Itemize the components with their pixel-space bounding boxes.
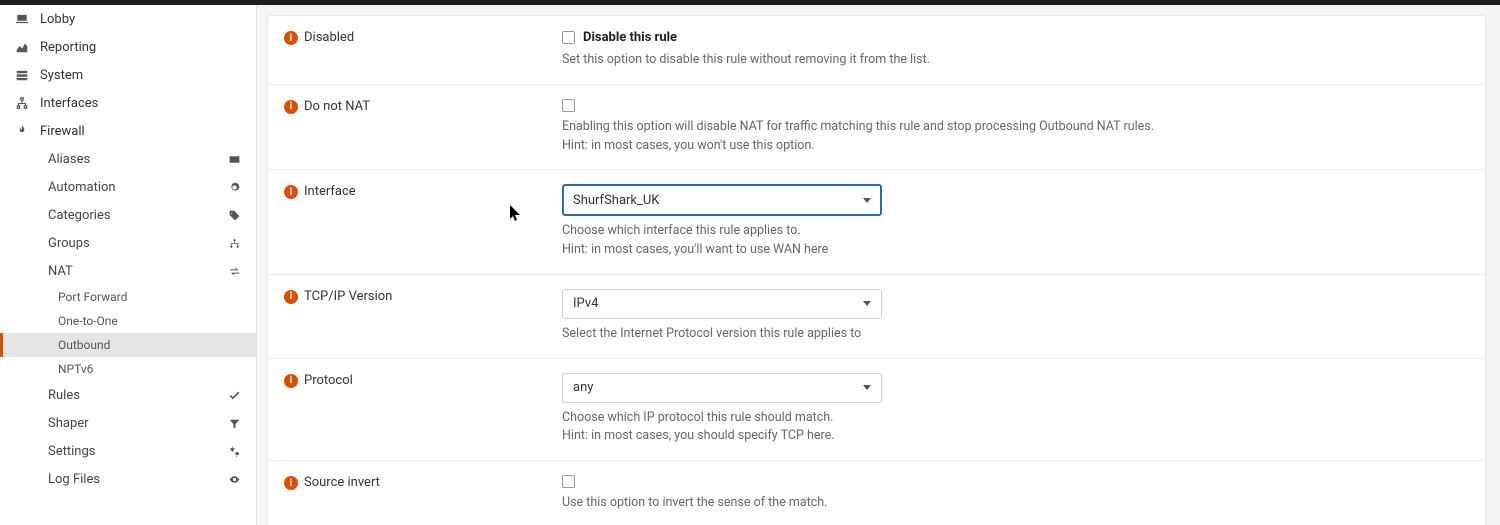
info-icon[interactable]: i — [284, 374, 298, 388]
caret-down-icon — [863, 301, 871, 306]
sidebar-item-label: Lobby — [40, 12, 75, 27]
sidebar-item-label: Groups — [48, 236, 90, 251]
sidebar-item-label: Reporting — [40, 40, 96, 55]
sidebar-item-label: Shaper — [48, 416, 89, 431]
card-icon — [226, 151, 242, 167]
protocol-select[interactable]: any — [562, 373, 882, 403]
checkbox-label[interactable]: Disable this rule — [583, 30, 677, 45]
sidebar-item-firewall[interactable]: Firewall — [0, 117, 256, 145]
tags-icon — [226, 207, 242, 223]
do-not-nat-checkbox[interactable] — [562, 99, 575, 112]
form-panel: i Disabled Disable this rule Set this op… — [267, 15, 1486, 525]
sidebar-item-reporting[interactable]: Reporting — [0, 33, 256, 61]
field-label: Interface — [304, 184, 356, 199]
info-icon[interactable]: i — [284, 185, 298, 199]
sidebar-item-nat[interactable]: NAT — [0, 257, 256, 285]
sidebar-item-automation[interactable]: Automation — [0, 173, 256, 201]
exchange-icon — [226, 263, 242, 279]
sidebar: Lobby Reporting System Interfaces Firewa… — [0, 5, 257, 525]
laptop-icon — [14, 11, 30, 27]
caret-down-icon — [863, 198, 871, 203]
sidebar-item-system[interactable]: System — [0, 61, 256, 89]
field-label: Do not NAT — [304, 99, 370, 114]
sidebar-item-one-to-one[interactable]: One-to-One — [0, 309, 256, 333]
sidebar-item-label: Rules — [48, 388, 80, 403]
fire-icon — [14, 123, 30, 139]
sitemap-icon — [226, 235, 242, 251]
gear-icon — [226, 179, 242, 195]
row-do-not-nat: i Do not NAT Enabling this option will d… — [268, 85, 1485, 171]
gears-icon — [226, 443, 242, 459]
eye-icon — [226, 471, 242, 487]
sitemap-icon — [14, 95, 30, 111]
content-area: i Disabled Disable this rule Set this op… — [257, 5, 1500, 525]
sidebar-item-label: Log Files — [48, 472, 100, 487]
tcp-ip-select[interactable]: IPv4 — [562, 289, 882, 319]
server-icon — [14, 67, 30, 83]
chart-icon — [14, 39, 30, 55]
check-icon — [226, 387, 242, 403]
field-label: Disabled — [304, 30, 354, 45]
row-source-invert: i Source invert Use this option to inver… — [268, 461, 1485, 525]
sidebar-item-settings[interactable]: Settings — [0, 437, 256, 465]
sidebar-item-label: Settings — [48, 444, 95, 459]
row-protocol: i Protocol any Choose which IP protocol … — [268, 359, 1485, 462]
select-value: any — [573, 380, 593, 395]
sidebar-item-aliases[interactable]: Aliases — [0, 145, 256, 173]
field-label: Source invert — [304, 475, 380, 490]
sidebar-item-outbound[interactable]: Outbound — [0, 333, 256, 357]
sidebar-item-lobby[interactable]: Lobby — [0, 5, 256, 33]
help-text: Use this option to invert the sense of t… — [562, 494, 1469, 513]
sidebar-item-label: Categories — [48, 208, 111, 223]
sidebar-item-rules[interactable]: Rules — [0, 381, 256, 409]
row-interface: i Interface ShurfShark_UK Choose which i… — [268, 170, 1485, 275]
sidebar-item-shaper[interactable]: Shaper — [0, 409, 256, 437]
help-text: Set this option to disable this rule wit… — [562, 51, 1469, 70]
sidebar-item-label: Automation — [48, 180, 116, 195]
field-label: TCP/IP Version — [304, 289, 392, 304]
info-icon[interactable]: i — [284, 476, 298, 490]
help-text: Choose which IP protocol this rule shoul… — [562, 409, 1469, 447]
info-icon[interactable]: i — [284, 31, 298, 45]
field-label: Protocol — [304, 373, 353, 388]
sidebar-item-groups[interactable]: Groups — [0, 229, 256, 257]
select-value: IPv4 — [573, 296, 598, 311]
sidebar-item-interfaces[interactable]: Interfaces — [0, 89, 256, 117]
sidebar-item-log-files[interactable]: Log Files — [0, 465, 256, 493]
help-text: Enabling this option will disable NAT fo… — [562, 118, 1469, 156]
select-value: ShurfShark_UK — [573, 193, 659, 208]
source-invert-checkbox[interactable] — [562, 475, 575, 488]
sidebar-item-label: System — [40, 68, 83, 83]
sidebar-item-label: Aliases — [48, 152, 90, 167]
sidebar-item-label: NAT — [48, 264, 73, 279]
row-disabled: i Disabled Disable this rule Set this op… — [268, 16, 1485, 85]
sidebar-item-port-forward[interactable]: Port Forward — [0, 285, 256, 309]
help-text: Choose which interface this rule applies… — [562, 222, 1469, 260]
help-text: Select the Internet Protocol version thi… — [562, 325, 1469, 344]
filter-icon — [226, 415, 242, 431]
sidebar-item-label: Interfaces — [40, 96, 98, 111]
sidebar-item-nptv6[interactable]: NPTv6 — [0, 357, 256, 381]
info-icon[interactable]: i — [284, 100, 298, 114]
caret-down-icon — [863, 385, 871, 390]
sidebar-item-label: Firewall — [40, 124, 85, 139]
interface-select[interactable]: ShurfShark_UK — [562, 184, 882, 216]
sidebar-item-categories[interactable]: Categories — [0, 201, 256, 229]
row-tcp-ip-version: i TCP/IP Version IPv4 Select the Interne… — [268, 275, 1485, 359]
info-icon[interactable]: i — [284, 290, 298, 304]
disabled-checkbox[interactable] — [562, 31, 575, 44]
